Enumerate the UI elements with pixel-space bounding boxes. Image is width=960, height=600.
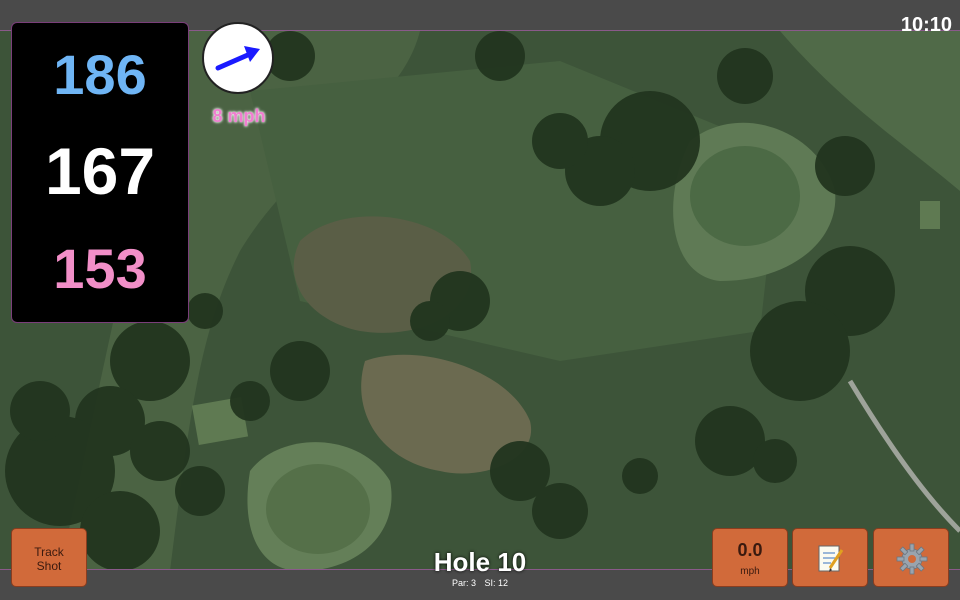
gear-icon (896, 543, 928, 575)
hole-title: Hole 10 (433, 547, 527, 577)
wind-arrow-icon (215, 46, 260, 71)
hole-par: Par: 3 (451, 578, 476, 588)
track-shot-button[interactable]: Track Shot (11, 528, 87, 587)
hole-stroke-index: SI: 12 (484, 578, 509, 588)
settings-button[interactable] (873, 528, 949, 587)
notes-button[interactable] (792, 528, 868, 587)
speed-button[interactable]: 0.0 mph (712, 528, 788, 587)
speed-unit: mph (740, 566, 760, 577)
notepad-icon (818, 545, 844, 572)
wind-speed-label: 8 mph (212, 106, 266, 126)
distance-front: 153 (53, 237, 147, 300)
speed-value: 0.0 (737, 540, 763, 560)
hole-info: Par: 3 SI: 12 (380, 578, 580, 588)
distance-panel: 186 167 153 (11, 22, 189, 323)
wind-direction-dial (202, 22, 274, 94)
distance-back: 186 (53, 43, 147, 106)
status-clock: 10:10 (900, 14, 952, 36)
distance-middle: 167 (44, 134, 156, 208)
track-shot-label: Track Shot (34, 545, 64, 573)
